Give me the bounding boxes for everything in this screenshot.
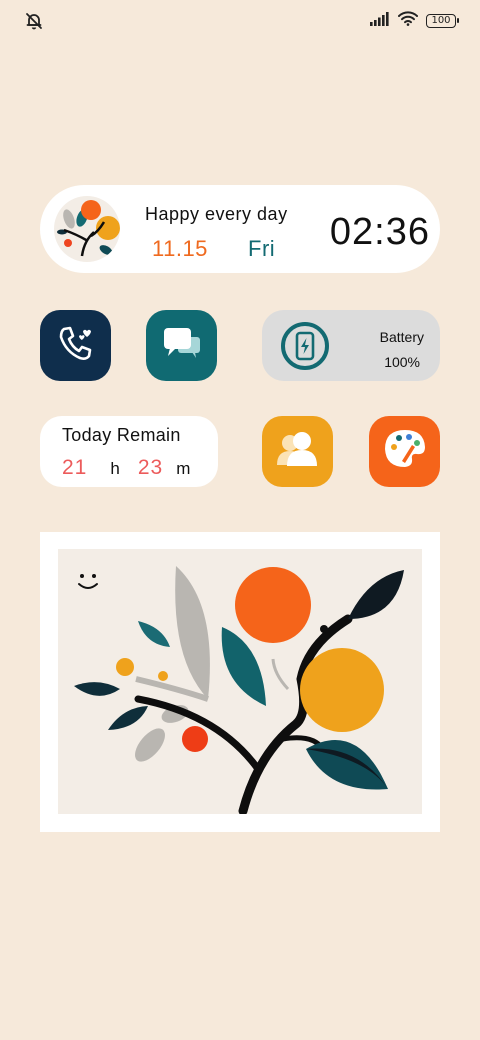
battery-widget[interactable]: Battery 100% [262,310,440,381]
contacts-app-button[interactable] [262,416,333,487]
picture-frame-widget[interactable] [40,532,440,832]
date-text: 11.15 [152,236,208,261]
remain-minutes: 23 [137,456,164,479]
battery-indicator: 100 [426,14,459,28]
themes-app-button[interactable] [369,416,440,487]
greeting-clock-widget[interactable]: Happy every day 11.15 Fri 02:36 [40,185,440,273]
smiley-icon [78,574,98,589]
charging-phone-icon [280,321,330,371]
clock-time: 02:36 [329,211,430,253]
chat-bubbles-icon [160,323,204,368]
battery-value: 100% [384,354,420,370]
today-remain-widget[interactable]: Today Remain 21 h 23 m [40,416,218,487]
remain-countdown: 21 h 23 m [62,456,190,480]
tree-illustration [58,549,422,816]
hours-unit: h [110,459,120,478]
palette-icon [382,427,428,476]
minutes-unit: m [176,459,191,478]
greeting-text: Happy every day [145,204,288,224]
phone-icon [56,323,96,368]
remain-hours: 21 [62,456,88,479]
messages-app-button[interactable] [146,310,217,381]
status-icons: 100 [370,11,459,31]
remain-title: Today Remain [62,425,181,445]
signal-bars-icon [370,11,390,31]
battery-label: Battery [379,329,424,345]
people-icon [275,429,321,474]
phone-app-button[interactable] [40,310,111,381]
tree-art-icon [54,196,120,262]
weekday-text: Fri [248,236,276,261]
wifi-icon [398,11,418,31]
muted-bell-icon [24,11,44,31]
